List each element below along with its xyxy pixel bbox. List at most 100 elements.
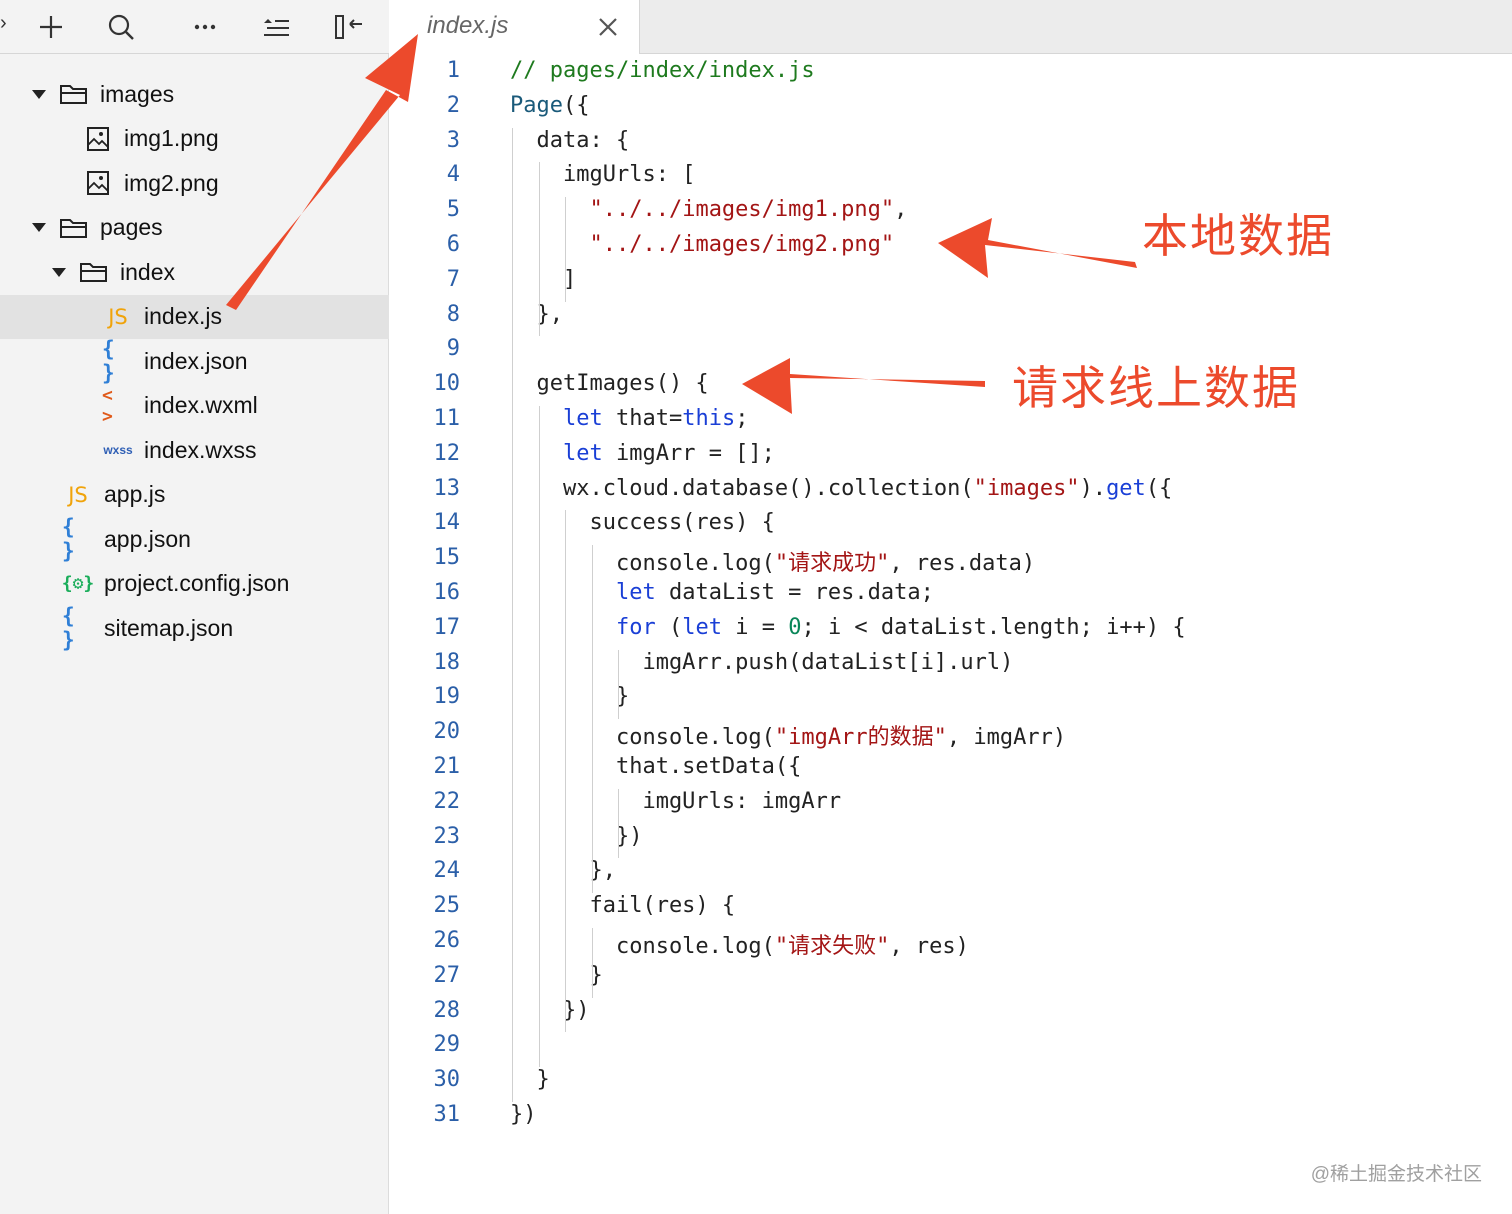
indent-guide xyxy=(512,127,513,1102)
code-line[interactable]: }) xyxy=(510,824,643,849)
outline-button[interactable] xyxy=(256,8,296,46)
code-token: } xyxy=(510,962,603,988)
code-token: ; i < dataList.length; i++) { xyxy=(801,614,1186,640)
wxml-file-icon: < > xyxy=(102,384,113,427)
line-number: 12 xyxy=(433,440,461,466)
comment-token: // pages/index/index.js xyxy=(510,58,815,83)
line-number: 15 xyxy=(433,545,461,571)
line-number: 20 xyxy=(433,719,461,745)
code-line[interactable]: } xyxy=(510,1067,549,1092)
code-line[interactable]: let imgArr = []; xyxy=(510,441,775,466)
line-number: 25 xyxy=(433,893,461,919)
close-icon[interactable] xyxy=(595,14,621,40)
line-number: 19 xyxy=(433,684,461,710)
code-token: fail(res) { xyxy=(510,893,736,919)
line-number: 22 xyxy=(433,788,461,814)
tree-item-label: index xyxy=(120,258,175,285)
code-line[interactable]: }, xyxy=(510,302,563,327)
code-token: , imgArr) xyxy=(946,725,1067,751)
tree-item-sitemap-json[interactable]: { } sitemap.json xyxy=(0,604,389,652)
caret-down-icon[interactable] xyxy=(32,89,46,99)
code-line[interactable]: }) xyxy=(510,997,590,1023)
panel-edge-chevron-icon: › xyxy=(0,12,7,34)
indent-guide xyxy=(591,545,593,894)
json-file-icon: { } xyxy=(62,604,75,652)
code-token: imgUrls: imgArr xyxy=(510,788,842,814)
tree-item-img1-png[interactable]: img1.png xyxy=(0,117,389,161)
line-number: 7 xyxy=(446,266,460,292)
image-file-icon xyxy=(82,126,114,151)
code-line[interactable]: "../../images/img1.png", xyxy=(510,197,907,222)
string-token: "请求成功" xyxy=(774,551,890,577)
line-number: 29 xyxy=(433,1032,461,1058)
code-line[interactable]: getImages() { xyxy=(510,371,708,396)
tree-item-label: project.config.json xyxy=(104,570,290,596)
tree-item-index-wxss[interactable]: wxss index.wxss xyxy=(0,428,389,472)
tree-item-label: index.json xyxy=(144,347,248,374)
code-line[interactable]: imgUrls: imgArr xyxy=(510,789,841,814)
code-line[interactable]: for (let i = 0; i < dataList.length; i++… xyxy=(510,615,1186,640)
code-line[interactable]: console.log("imgArr的数据", imgArr) xyxy=(510,719,1066,751)
code-line[interactable]: // pages/index/index.js xyxy=(510,58,815,83)
code-line[interactable]: imgArr.push(dataList[i].url) xyxy=(510,650,1013,675)
code-line[interactable]: } xyxy=(510,962,603,988)
tree-item-app-js[interactable]: JS app.js xyxy=(0,473,389,517)
code-line[interactable]: }, xyxy=(510,858,616,883)
keyword-token: let xyxy=(562,406,603,431)
add-button[interactable] xyxy=(31,8,71,46)
code-token: ({ xyxy=(562,92,590,118)
code-token: data: { xyxy=(510,127,630,153)
tree-item-index-json[interactable]: { } index.json xyxy=(0,337,389,385)
line-number: 21 xyxy=(433,754,461,779)
wxss-file-icon: wxss xyxy=(103,443,133,457)
more-button[interactable] xyxy=(185,8,225,46)
tab-index-js[interactable]: index.js xyxy=(389,0,640,54)
code-line[interactable]: that.setData({ xyxy=(510,754,801,779)
code-token: , res) xyxy=(889,934,969,959)
collapse-button[interactable] xyxy=(328,8,368,46)
code-line[interactable]: } xyxy=(510,684,629,709)
code-line[interactable]: Page({ xyxy=(510,93,589,118)
line-number: 8 xyxy=(446,301,460,327)
code-token: }) xyxy=(510,997,590,1023)
code-line[interactable]: "../../images/img2.png" xyxy=(510,232,894,257)
tree-item-index-wxml[interactable]: < > index.wxml xyxy=(0,384,389,428)
code-line[interactable]: let that=this; xyxy=(510,406,748,431)
code-line[interactable]: success(res) { xyxy=(510,510,774,535)
indent-guide xyxy=(565,510,566,1033)
code-line[interactable]: }) xyxy=(510,1102,537,1127)
tree-item-images[interactable]: images xyxy=(0,72,389,116)
code-token: ; xyxy=(735,406,749,431)
tree-item-index-js[interactable]: JS index.js xyxy=(0,294,389,339)
code-editor[interactable]: 1// pages/index/index.js 2 Page({3 data: {… xyxy=(389,54,1512,1214)
caret-down-icon[interactable] xyxy=(52,267,66,277)
js-file-icon: JS xyxy=(68,482,88,507)
code-line[interactable]: console.log("请求失败", res) xyxy=(510,928,969,960)
image-file-icon xyxy=(82,171,114,195)
code-line[interactable]: fail(res) { xyxy=(510,893,735,918)
tree-item-pages[interactable]: pages xyxy=(0,206,389,250)
code-line[interactable]: wx.cloud.database().collection("images")… xyxy=(510,476,1172,501)
caret-down-icon[interactable] xyxy=(32,223,46,232)
line-number: 13 xyxy=(433,475,461,501)
tree-item-project-config-json[interactable]: {⚙} project.config.json xyxy=(0,562,389,606)
keyword-token: let xyxy=(562,440,603,466)
code-token: that.setData({ xyxy=(510,754,802,779)
line-number: 23 xyxy=(433,823,461,849)
tree-item-img2-png[interactable]: img2.png xyxy=(0,161,389,205)
code-token: console.log( xyxy=(510,725,775,751)
tree-item-label: img1.png xyxy=(124,125,219,151)
code-line[interactable]: console.log("请求成功", res.data) xyxy=(510,545,1035,577)
code-line[interactable]: let dataList = res.data; xyxy=(510,580,934,605)
tree-item-index[interactable]: index xyxy=(0,250,389,294)
tree-item-app-json[interactable]: { } app.json xyxy=(0,515,389,563)
search-button[interactable] xyxy=(101,8,141,46)
line-number: 10 xyxy=(433,371,461,397)
line-number: 28 xyxy=(433,997,461,1023)
code-line[interactable]: data: { xyxy=(510,128,629,153)
folder-icon xyxy=(58,82,90,106)
string-token: "../../images/img2.png" xyxy=(589,232,895,257)
code-line[interactable]: ] xyxy=(510,267,576,292)
